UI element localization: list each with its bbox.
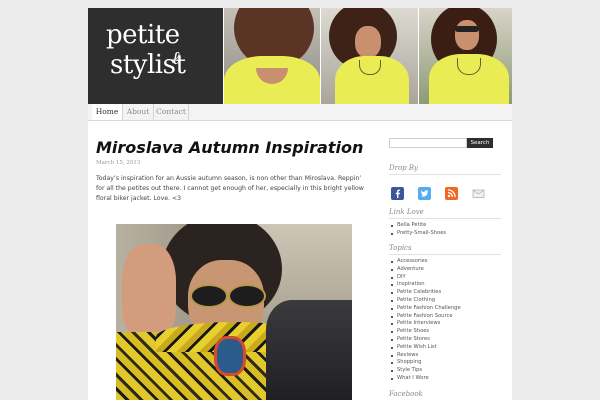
topic-item[interactable]: Reviews	[389, 352, 461, 360]
topic-item[interactable]: What I Wore	[389, 375, 461, 383]
facebook-heading: Facebook	[389, 390, 501, 400]
logo-text-stylist: stylist	[110, 50, 186, 80]
search-input[interactable]	[389, 138, 467, 148]
topic-item[interactable]: Adventure	[389, 266, 461, 274]
link-love-list: Bella Petite Pretty-Small-Shoes	[389, 222, 446, 238]
link-love-item[interactable]: Bella Petite	[389, 222, 446, 230]
link-love-item[interactable]: Pretty-Small-Shoes	[389, 230, 446, 238]
topic-item[interactable]: Style Tips	[389, 367, 461, 375]
post-image[interactable]	[116, 224, 352, 400]
facebook-icon[interactable]	[391, 185, 404, 200]
topic-item[interactable]: Inspiration	[389, 281, 461, 289]
twitter-icon[interactable]	[418, 185, 431, 200]
topic-item[interactable]: Petite Stores	[389, 336, 461, 344]
header-photo-2	[321, 8, 418, 104]
header-photo-3	[419, 8, 512, 104]
topic-item[interactable]: Petite Fashion Challenge	[389, 305, 461, 313]
topic-item[interactable]: Petite Interviews	[389, 320, 461, 328]
topics-list: Accessories Adventure DIY Inspiration Pe…	[389, 258, 461, 383]
nav-tab-about[interactable]: About	[123, 104, 154, 120]
post-body-text: Today’s inspiration for an Aussie autumn…	[96, 175, 364, 202]
topics-heading: Topics	[389, 244, 501, 255]
main-navigation: Home About Contact	[88, 104, 512, 121]
drop-by-heading: Drop By	[389, 164, 501, 175]
topic-item[interactable]: Shopping	[389, 359, 461, 367]
rss-icon[interactable]	[445, 185, 458, 200]
topic-item[interactable]: Petite Celebrities	[389, 289, 461, 297]
post-date: March 15, 2013	[96, 160, 141, 166]
topic-item[interactable]: Petite Clothing	[389, 297, 461, 305]
site-logo[interactable]: petite ℓ stylist	[88, 8, 223, 104]
email-icon[interactable]	[472, 185, 485, 198]
nav-tab-contact[interactable]: Contact	[154, 104, 189, 120]
nav-tab-home[interactable]: Home	[92, 104, 123, 120]
topic-item[interactable]: Petite Wish List	[389, 344, 461, 352]
page-container: petite ℓ stylist Home About Contact Miro…	[88, 8, 512, 400]
search-button[interactable]: Search	[467, 138, 493, 148]
post-title[interactable]: Miroslava Autumn Inspiration	[96, 138, 364, 158]
logo-text-petite: petite	[106, 20, 180, 50]
header-photo-1	[224, 8, 320, 104]
topic-item[interactable]: Accessories	[389, 258, 461, 266]
topic-item[interactable]: Petite Fashion Source	[389, 313, 461, 321]
link-love-heading: Link Love	[389, 208, 501, 219]
post-content: Miroslava Autumn Inspiration March 15, 2…	[96, 138, 364, 400]
site-header: petite ℓ stylist	[88, 8, 512, 104]
topic-item[interactable]: DIY	[389, 274, 461, 282]
topic-item[interactable]: Petite Shoes	[389, 328, 461, 336]
